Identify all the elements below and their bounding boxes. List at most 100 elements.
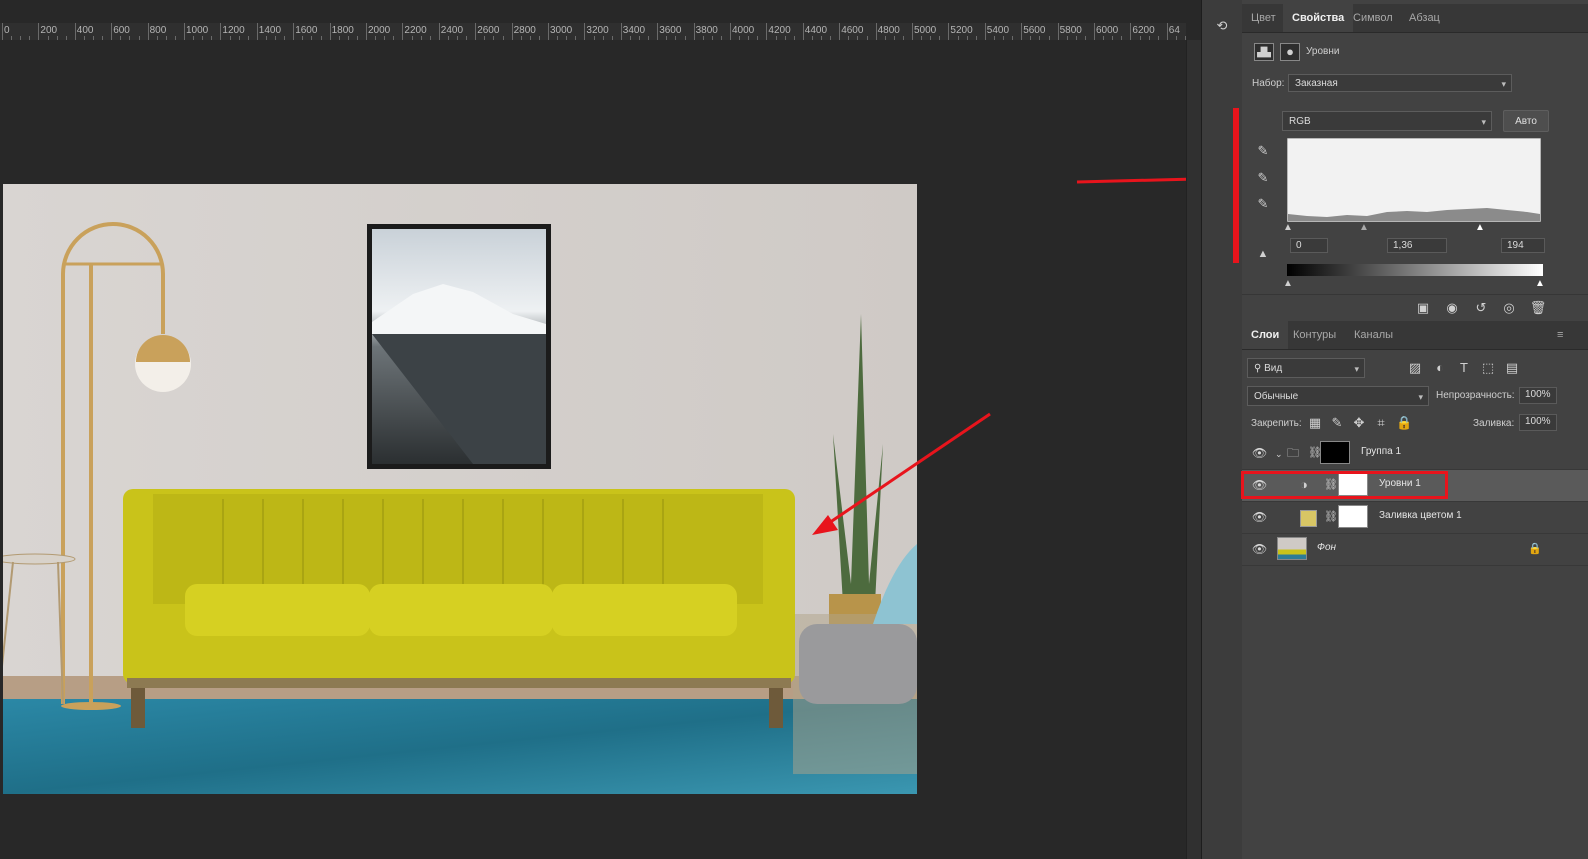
ruler-label: 3800: [695, 25, 718, 36]
tab-channels[interactable]: Каналы: [1345, 321, 1402, 349]
ruler-label: 400: [76, 25, 94, 36]
input-white-field[interactable]: 194: [1501, 238, 1545, 253]
fill-field[interactable]: 100%: [1519, 414, 1557, 431]
lock-label: Закрепить:: [1251, 418, 1302, 429]
ruler-label: 1000: [186, 25, 209, 36]
ruler-tick: [1166, 23, 1168, 40]
eye-icon[interactable]: 👁: [1252, 542, 1267, 556]
ruler-label: 2200: [404, 25, 427, 36]
layer-name: Фон: [1317, 542, 1337, 553]
black-eyedropper-icon[interactable]: ✎: [1254, 143, 1272, 159]
folder-icon: 🗀: [1287, 446, 1300, 460]
panel-dock-strip: ⟲: [1201, 0, 1243, 859]
filter-shape-icon[interactable]: ⬚: [1480, 360, 1496, 376]
ruler-tick: [366, 23, 367, 40]
trash-icon[interactable]: 🗑: [1529, 300, 1547, 316]
lock-artboard-icon[interactable]: ⌗: [1374, 415, 1388, 431]
filter-type-icon[interactable]: T: [1456, 360, 1472, 376]
clipping-warning-icon[interactable]: ▲: [1250, 246, 1276, 262]
blend-mode-select[interactable]: Обычные ▾: [1247, 386, 1429, 406]
layer-name: Группа 1: [1361, 446, 1402, 457]
chevron-down-icon[interactable]: ⌄: [1275, 446, 1283, 462]
ruler-label: 4200: [768, 25, 791, 36]
ruler-tick: [839, 23, 841, 40]
layer-filter-select[interactable]: ⚲ Вид ▾: [1247, 358, 1365, 378]
output-white-slider[interactable]: ▲: [1534, 276, 1546, 292]
input-gamma-field[interactable]: 1,36: [1387, 238, 1447, 253]
tab-layers[interactable]: Слои: [1242, 321, 1289, 349]
gray-eyedropper-icon[interactable]: ✎: [1254, 170, 1272, 186]
view-previous-icon[interactable]: ◉: [1443, 300, 1461, 316]
ruler-tick: [1021, 23, 1023, 40]
lock-position-icon[interactable]: ✥: [1352, 415, 1366, 431]
layer-row-group[interactable]: 👁 ⌄ 🗀 ⛓ Группа 1: [1242, 438, 1588, 470]
eye-icon[interactable]: 👁: [1252, 446, 1267, 460]
preset-select[interactable]: Заказная ▾: [1288, 74, 1512, 92]
filter-pixel-icon[interactable]: ▨: [1407, 360, 1423, 376]
history-icon[interactable]: ⟲: [1213, 18, 1231, 34]
ruler-label: 4600: [841, 25, 864, 36]
preset-value: Заказная: [1295, 78, 1338, 89]
vertical-scrollbar[interactable]: [1186, 40, 1201, 859]
opacity-field[interactable]: 100%: [1519, 387, 1557, 404]
tab-color[interactable]: Цвет: [1242, 4, 1285, 32]
ruler-tick: [912, 23, 913, 40]
ruler-label: 2800: [513, 25, 536, 36]
ruler-tick: [802, 23, 804, 40]
output-black-slider[interactable]: ▲: [1282, 276, 1294, 292]
clip-to-layer-icon[interactable]: ▣: [1414, 300, 1432, 316]
white-eyedropper-icon[interactable]: ✎: [1254, 196, 1272, 212]
layer-row-fill[interactable]: 👁 ⛓ Заливка цветом 1: [1242, 502, 1588, 534]
fill-mask-thumbnail: [1338, 505, 1368, 528]
right-panel: Цвет Свойства Символ Абзац ▟▙ ● Уровни Н…: [1241, 0, 1588, 859]
preset-label: Набор:: [1252, 78, 1285, 89]
visibility-icon[interactable]: ◎: [1500, 300, 1518, 316]
ruler-tick: [948, 23, 950, 40]
properties-tabbar: Цвет Свойства Символ Абзац: [1242, 4, 1588, 33]
horizontal-ruler[interactable]: 0 200 400 600 800 1000 1200 1400 1600 1800 2000 220…: [0, 23, 1186, 41]
ruler-label: 1600: [295, 25, 318, 36]
lock-all-icon[interactable]: 🔒: [1396, 415, 1412, 431]
ruler-tick: [620, 23, 622, 40]
ruler-label: 4800: [877, 25, 900, 36]
tab-properties[interactable]: Свойства: [1283, 4, 1354, 32]
tab-paragraph[interactable]: Абзац: [1400, 4, 1449, 32]
ruler-tick: [657, 23, 659, 40]
lock-image-icon[interactable]: ✎: [1330, 415, 1344, 431]
background-thumbnail: [1277, 537, 1307, 560]
histogram: [1287, 138, 1541, 222]
highlight-box: [1241, 471, 1448, 499]
lock-transparent-icon[interactable]: ▦: [1308, 415, 1322, 431]
ruler-tick: [74, 23, 76, 40]
layer-row-levels[interactable]: 👁 ◑ ⛓ Уровни 1: [1241, 470, 1588, 502]
tab-character[interactable]: Символ: [1344, 4, 1402, 32]
panel-menu-icon[interactable]: ≡: [1548, 321, 1572, 349]
auto-button[interactable]: Авто: [1503, 110, 1549, 132]
document-canvas[interactable]: [0, 40, 1186, 859]
levels-icon: ▟▙: [1254, 43, 1274, 61]
eye-icon[interactable]: 👁: [1252, 510, 1267, 524]
tab-paths[interactable]: Контуры: [1284, 321, 1345, 349]
output-gradient: [1287, 264, 1543, 276]
reset-icon[interactable]: ↺: [1472, 300, 1490, 316]
ruler-tick: [38, 23, 40, 40]
highlight-marker: [1233, 108, 1239, 263]
fill-label: Заливка:: [1473, 418, 1515, 429]
ruler-label: 0: [4, 25, 10, 36]
mask-icon[interactable]: ●: [1280, 43, 1300, 61]
ruler-label: 1400: [258, 25, 282, 36]
white-point-slider[interactable]: ▲: [1474, 220, 1486, 236]
gamma-slider[interactable]: ▲: [1358, 220, 1370, 236]
ruler-tick: [111, 23, 113, 40]
ruler-label: 5800: [1059, 25, 1082, 36]
layer-row-background[interactable]: 👁 Фон 🔒: [1242, 534, 1588, 566]
ruler-label: 5600: [1023, 25, 1046, 36]
layer-type-label: Уровни: [1306, 46, 1340, 57]
channel-value: RGB: [1289, 116, 1311, 127]
ruler-tick: [475, 23, 477, 40]
channel-select[interactable]: RGB ▾: [1282, 111, 1492, 131]
filter-smart-object-icon[interactable]: ▤: [1504, 360, 1520, 376]
filter-adjustment-icon[interactable]: ◐: [1432, 360, 1448, 376]
input-black-field[interactable]: 0: [1290, 238, 1328, 253]
black-point-slider[interactable]: ▲: [1282, 220, 1294, 236]
